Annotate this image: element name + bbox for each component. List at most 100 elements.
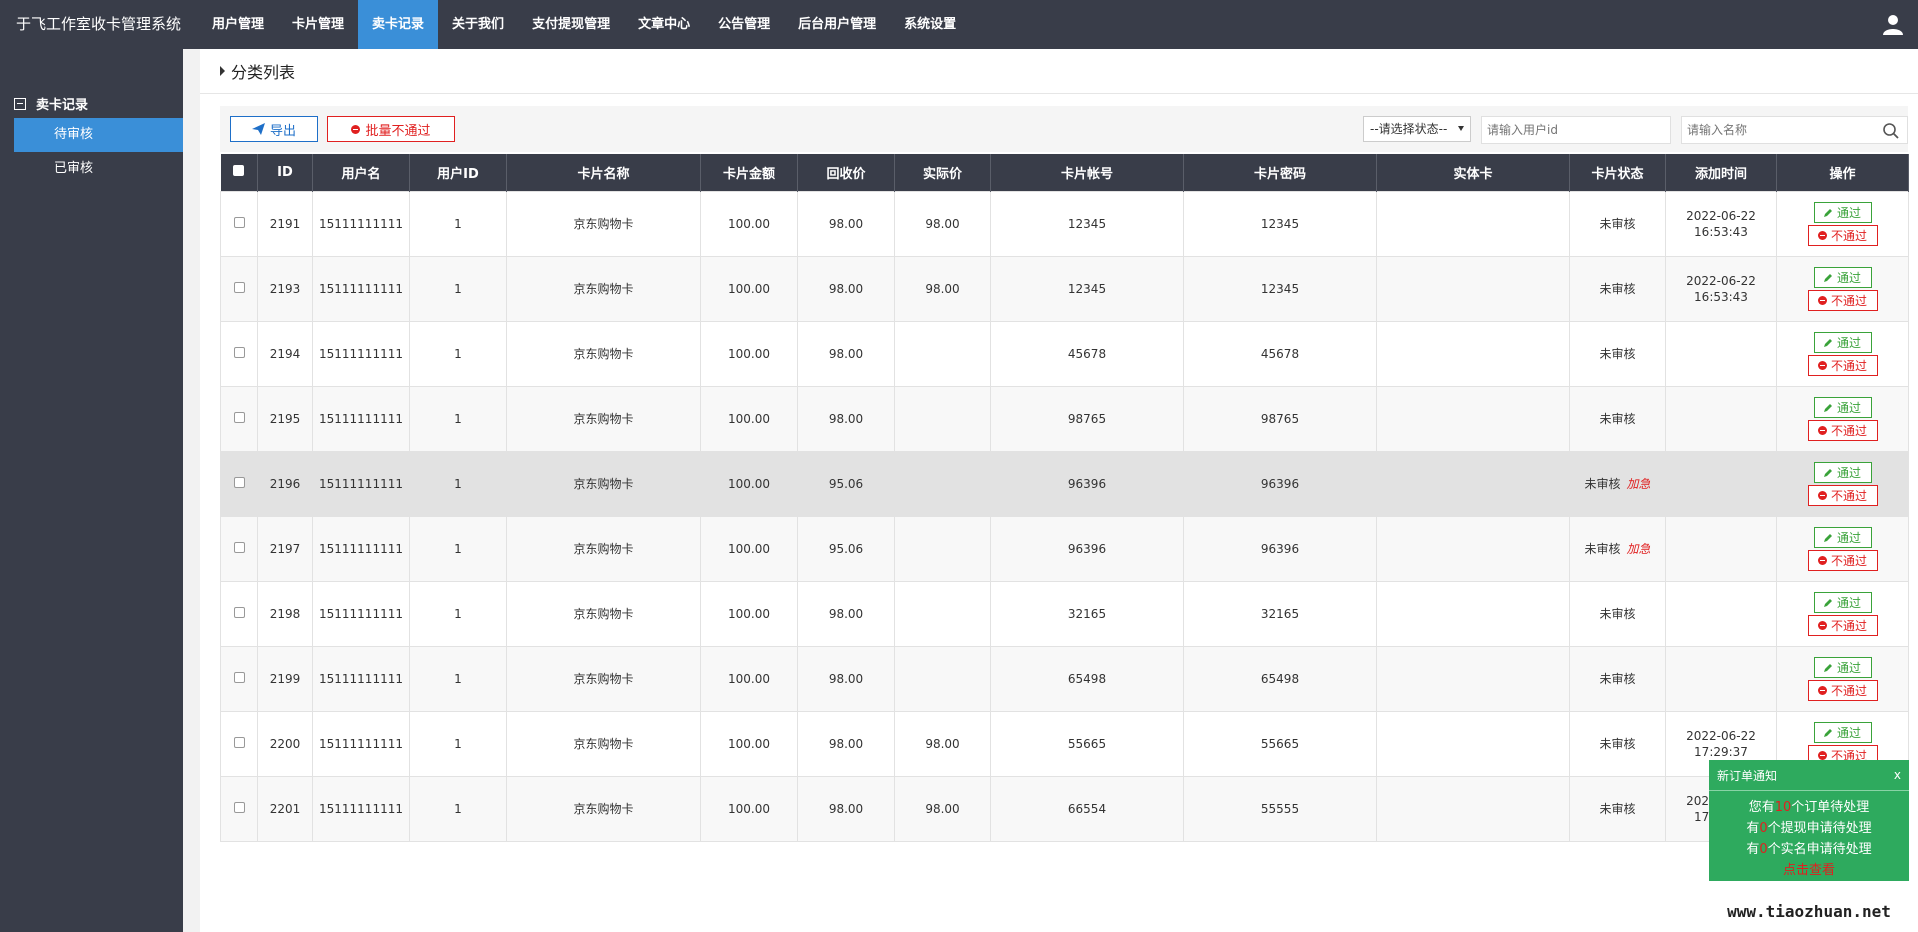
nav-item-0[interactable]: 用户管理 xyxy=(198,0,278,49)
approve-label: 通过 xyxy=(1836,660,1861,675)
reject-button[interactable]: 不通过 xyxy=(1807,679,1878,701)
nav-item-6[interactable]: 公告管理 xyxy=(704,0,784,49)
reject-label: 不通过 xyxy=(1830,358,1867,373)
column-header: ID xyxy=(257,154,313,191)
approve-button[interactable]: 通过 xyxy=(1813,201,1872,223)
cell-uid: 1 xyxy=(409,320,507,387)
table-row[interactable]: 2200 15111111111 1 京东购物卡 100.00 98.00 98.00 556… xyxy=(220,710,1909,777)
row-checkbox[interactable] xyxy=(233,281,245,293)
name-input[interactable] xyxy=(1681,116,1908,144)
row-checkbox[interactable] xyxy=(233,411,245,423)
table-row[interactable]: 2197 15111111111 1 京东购物卡 100.00 95.06 96396 963… xyxy=(220,515,1909,582)
cell-recycle: 98.00 xyxy=(797,645,895,712)
cell-recycle: 95.06 xyxy=(797,450,895,517)
pending-verify-count: 0 xyxy=(1759,842,1768,857)
nav-item-5[interactable]: 文章中心 xyxy=(624,0,704,49)
user-id-input[interactable] xyxy=(1481,116,1671,144)
row-checkbox[interactable] xyxy=(233,801,245,813)
status-text: 未审核 xyxy=(1584,542,1621,556)
minus-circle-icon xyxy=(1817,425,1827,435)
user-icon[interactable] xyxy=(1882,13,1904,35)
export-button[interactable]: 导出 xyxy=(230,116,318,142)
cell-entity xyxy=(1376,775,1570,842)
select-all-checkbox[interactable] xyxy=(233,164,245,176)
approve-button[interactable]: 通过 xyxy=(1813,656,1872,678)
cell-actual xyxy=(894,385,991,452)
row-checkbox[interactable] xyxy=(233,476,245,488)
cell-actual xyxy=(894,645,991,712)
reject-button[interactable]: 不通过 xyxy=(1807,289,1878,311)
row-checkbox[interactable] xyxy=(233,606,245,618)
cell-password: 55555 xyxy=(1183,775,1377,842)
column-header: 卡片帐号 xyxy=(990,154,1184,191)
table-row[interactable]: 2198 15111111111 1 京东购物卡 100.00 98.00 32165 321… xyxy=(220,580,1909,647)
nav-item-1[interactable]: 卡片管理 xyxy=(278,0,358,49)
approve-button[interactable]: 通过 xyxy=(1813,526,1872,548)
table-row[interactable]: 2191 15111111111 1 京东购物卡 100.00 98.00 98.00 123… xyxy=(220,190,1909,257)
approve-button[interactable]: 通过 xyxy=(1813,721,1872,743)
table-row[interactable]: 2196 15111111111 1 京东购物卡 100.00 95.06 96396 963… xyxy=(220,450,1909,517)
sidebar-item-1[interactable]: 已审核 xyxy=(14,152,183,186)
cell-amount: 100.00 xyxy=(700,580,798,647)
cell-name: 京东购物卡 xyxy=(506,580,701,647)
text: 有 xyxy=(1746,821,1760,836)
row-checkbox-cell xyxy=(220,320,258,387)
urgent-badge: 加急 xyxy=(1626,542,1651,556)
cell-time xyxy=(1665,645,1777,712)
cell-account: 98765 xyxy=(990,385,1184,452)
table-row[interactable]: 2193 15111111111 1 京东购物卡 100.00 98.00 98.00 123… xyxy=(220,255,1909,322)
cell-amount: 100.00 xyxy=(700,385,798,452)
reject-button[interactable]: 不通过 xyxy=(1807,354,1878,376)
close-icon[interactable]: x xyxy=(1894,768,1901,782)
search-icon[interactable] xyxy=(1882,122,1900,140)
reject-button[interactable]: 不通过 xyxy=(1807,549,1878,571)
sidebar-item-0[interactable]: 待审核 xyxy=(14,118,183,152)
table-row[interactable]: 2199 15111111111 1 京东购物卡 100.00 98.00 65498 654… xyxy=(220,645,1909,712)
nav-item-7[interactable]: 后台用户管理 xyxy=(784,0,890,49)
nav-item-2[interactable]: 卖卡记录 xyxy=(358,0,439,49)
cell-entity xyxy=(1376,450,1570,517)
reject-button[interactable]: 不通过 xyxy=(1807,484,1878,506)
nav-item-8[interactable]: 系统设置 xyxy=(890,0,970,49)
cell-status: 未审核 xyxy=(1569,320,1666,387)
cell-actual xyxy=(894,515,991,582)
approve-button[interactable]: 通过 xyxy=(1813,591,1872,613)
row-checkbox[interactable] xyxy=(233,346,245,358)
cell-password: 65498 xyxy=(1183,645,1377,712)
cell-status: 未审核 加急 xyxy=(1569,450,1666,517)
minus-circle-icon xyxy=(1817,490,1827,500)
approve-button[interactable]: 通过 xyxy=(1813,331,1872,353)
row-checkbox[interactable] xyxy=(233,671,245,683)
approve-button[interactable]: 通过 xyxy=(1813,396,1872,418)
row-checkbox[interactable] xyxy=(233,216,245,228)
view-details-link[interactable]: 点击查看 xyxy=(1709,860,1909,881)
reject-label: 不通过 xyxy=(1830,293,1867,308)
cell-name: 京东购物卡 xyxy=(506,775,701,842)
cell-password: 98765 xyxy=(1183,385,1377,452)
row-checkbox-cell xyxy=(220,255,258,322)
nav-item-3[interactable]: 关于我们 xyxy=(438,0,518,49)
row-checkbox[interactable] xyxy=(233,541,245,553)
batch-reject-button[interactable]: 批量不通过 xyxy=(327,116,455,142)
reject-label: 不通过 xyxy=(1830,553,1867,568)
main-nav: 用户管理 卡片管理 卖卡记录 关于我们 支付提现管理 文章中心 公告管理 后台用户管理 系统设置 xyxy=(198,0,970,49)
approve-button[interactable]: 通过 xyxy=(1813,461,1872,483)
cell-actual: 98.00 xyxy=(894,190,991,257)
notification-title: 新订单通知 xyxy=(1717,768,1778,783)
reject-button[interactable]: 不通过 xyxy=(1807,224,1878,246)
cell-password: 96396 xyxy=(1183,515,1377,582)
nav-item-4[interactable]: 支付提现管理 xyxy=(518,0,624,49)
approve-button[interactable]: 通过 xyxy=(1813,266,1872,288)
sidebar-group-sell-records[interactable]: 卖卡记录 xyxy=(0,49,183,118)
reject-button[interactable]: 不通过 xyxy=(1807,419,1878,441)
cell-username: 15111111111 xyxy=(312,320,410,387)
table-row[interactable]: 2194 15111111111 1 京东购物卡 100.00 98.00 45678 456… xyxy=(220,320,1909,387)
table-row[interactable]: 2195 15111111111 1 京东购物卡 100.00 98.00 98765 987… xyxy=(220,385,1909,452)
status-select[interactable]: --请选择状态-- xyxy=(1363,116,1471,142)
reject-button[interactable]: 不通过 xyxy=(1807,614,1878,636)
table-row[interactable]: 2201 15111111111 1 京东购物卡 100.00 98.00 98.00 665… xyxy=(220,775,1909,842)
row-checkbox[interactable] xyxy=(233,736,245,748)
approve-label: 通过 xyxy=(1836,465,1861,480)
approve-label: 通过 xyxy=(1836,595,1861,610)
column-header: 添加时间 xyxy=(1665,154,1777,191)
